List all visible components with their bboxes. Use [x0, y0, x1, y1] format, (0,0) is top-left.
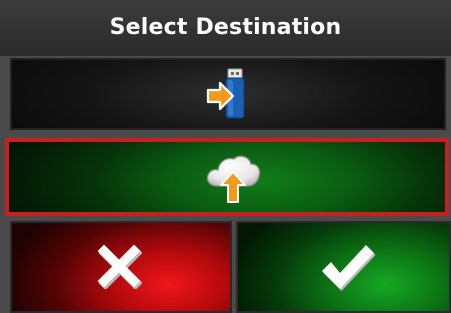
cloud-destination-button[interactable]	[5, 138, 449, 216]
dialog-title-bar: Select Destination	[0, 0, 451, 56]
cancel-button[interactable]	[10, 221, 232, 313]
checkmark-icon	[322, 245, 376, 291]
confirm-button[interactable]	[236, 221, 451, 313]
dialog-title: Select Destination	[109, 15, 342, 40]
cloud-upload-icon	[206, 155, 261, 203]
close-icon	[97, 244, 142, 289]
usb-drive-import-icon	[206, 68, 245, 119]
select-destination-dialog: Select Destination	[0, 0, 451, 313]
usb-destination-button[interactable]	[10, 58, 446, 130]
